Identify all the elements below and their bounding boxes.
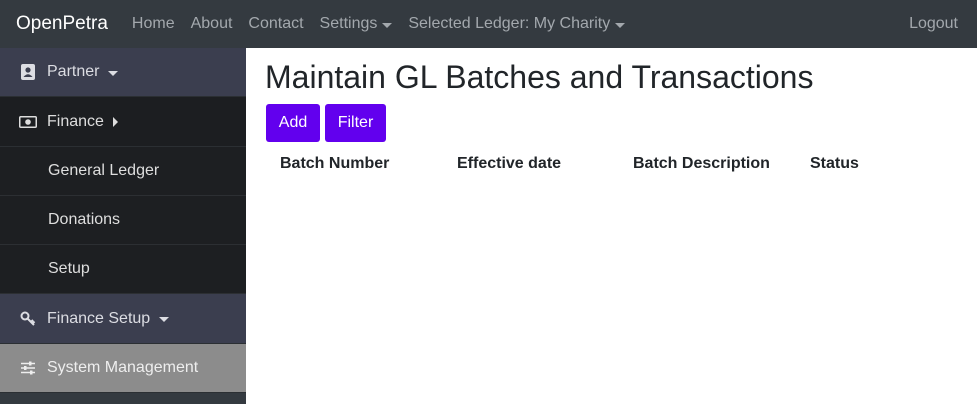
- address-card-icon: [19, 63, 37, 81]
- chevron-right-icon: [112, 116, 118, 127]
- nav-ledger-label: Selected Ledger: My Charity: [408, 15, 611, 32]
- brand-logo[interactable]: OpenPetra: [16, 0, 108, 48]
- sliders-icon: [19, 359, 37, 377]
- logout-link[interactable]: Logout: [909, 0, 958, 48]
- column-header-effective-date[interactable]: Effective date: [457, 155, 561, 173]
- chevron-down-icon: [615, 22, 626, 28]
- column-header-batch-number[interactable]: Batch Number: [280, 155, 389, 173]
- main-content: Maintain GL Batches and Transactions Add…: [246, 48, 977, 404]
- chevron-down-icon: [382, 22, 393, 28]
- money-bill-icon: [19, 113, 37, 131]
- page-title: Maintain GL Batches and Transactions: [265, 59, 814, 95]
- sidebar-item-label: Finance Setup: [47, 309, 151, 327]
- nav-home[interactable]: Home: [132, 0, 175, 48]
- top-navbar: OpenPetra Home About Contact Settings Se…: [0, 0, 977, 48]
- add-button[interactable]: Add: [266, 104, 320, 142]
- nav-settings-dropdown[interactable]: Settings: [320, 0, 393, 48]
- filter-button[interactable]: Filter: [325, 104, 386, 142]
- chevron-down-icon: [108, 70, 119, 76]
- chevron-down-icon: [159, 317, 170, 322]
- key-icon: [19, 310, 37, 328]
- nav-about[interactable]: About: [191, 0, 233, 48]
- sidebar-item-general-ledger[interactable]: General Ledger: [0, 147, 246, 196]
- sidebar-item-partner[interactable]: Partner: [0, 48, 246, 97]
- nav-settings-label: Settings: [319, 15, 378, 32]
- nav-ledger-dropdown[interactable]: Selected Ledger: My Charity: [408, 0, 626, 48]
- sidebar-item-donations[interactable]: Donations: [0, 196, 246, 245]
- sidebar-item-label: System Management: [47, 359, 199, 376]
- sidebar-item-system-management[interactable]: System Management: [0, 344, 246, 393]
- sidebar-item-label: Finance: [47, 112, 104, 130]
- sidebar: Partner Finance General Ledger Donations…: [0, 48, 246, 404]
- sidebar-item-setup[interactable]: Setup: [0, 245, 246, 294]
- sidebar-item-finance[interactable]: Finance: [0, 97, 246, 147]
- nav-contact[interactable]: Contact: [248, 0, 303, 48]
- sidebar-item-label: Partner: [47, 63, 100, 80]
- column-header-batch-description[interactable]: Batch Description: [633, 155, 770, 173]
- sidebar-item-finance-setup[interactable]: Finance Setup: [0, 294, 246, 344]
- column-header-status[interactable]: Status: [810, 155, 859, 173]
